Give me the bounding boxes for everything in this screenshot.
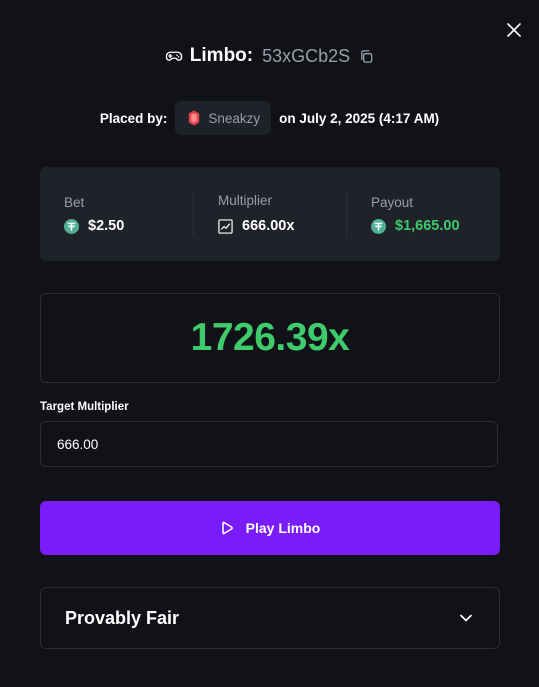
stat-multiplier-label: Multiplier xyxy=(218,193,273,208)
target-multiplier-field[interactable]: 666.00 xyxy=(40,421,498,467)
stat-divider xyxy=(193,192,194,236)
user-chip[interactable]: Sneakzy xyxy=(175,101,272,135)
bet-id: 53xGCb2S xyxy=(262,45,351,66)
placed-by-label: Placed by: xyxy=(99,110,168,126)
stat-bet-label: Bet xyxy=(64,195,85,210)
target-multiplier-value: 666.00 xyxy=(57,436,99,452)
stat-multiplier-value: 666.00x xyxy=(242,218,295,234)
chevron-down-icon xyxy=(460,614,472,622)
chart-icon xyxy=(218,218,233,234)
game-name: Limbo: xyxy=(189,45,254,66)
tether-icon xyxy=(371,218,386,234)
username: Sneakzy xyxy=(208,110,261,126)
result-display: 1726.39x xyxy=(40,293,500,383)
bet-details-modal: Limbo: 53xGCb2S Placed by: Sneakzy on Ju… xyxy=(0,0,539,687)
play-limbo-button[interactable]: Play Limbo xyxy=(40,501,500,555)
stat-payout-label: Payout xyxy=(371,195,414,210)
tether-icon xyxy=(64,218,79,234)
modal-title: Limbo: 53xGCb2S xyxy=(0,43,539,69)
play-icon xyxy=(221,521,233,535)
gamepad-icon xyxy=(165,51,182,61)
stat-divider xyxy=(346,192,347,236)
placed-date: on July 2, 2025 (4:17 AM) xyxy=(279,110,440,126)
stat-payout-value: $1,665.00 xyxy=(395,218,460,234)
placed-by-row: Placed by: Sneakzy on July 2, 2025 (4:17… xyxy=(0,101,539,135)
stat-bet-value: $2.50 xyxy=(88,218,125,234)
target-multiplier-label: Target Multiplier xyxy=(40,401,129,413)
play-limbo-label: Play Limbo xyxy=(245,520,321,536)
bet-stats-panel: Bet $2.50 Multiplier 666.00x Payout $1,6… xyxy=(40,167,500,261)
provably-fair-label: Provably Fair xyxy=(65,608,180,628)
copy-icon[interactable] xyxy=(359,49,374,64)
close-icon[interactable] xyxy=(504,20,524,40)
gem-icon xyxy=(189,110,200,126)
provably-fair-accordion[interactable]: Provably Fair xyxy=(40,587,500,649)
result-multiplier: 1726.39x xyxy=(190,316,350,359)
